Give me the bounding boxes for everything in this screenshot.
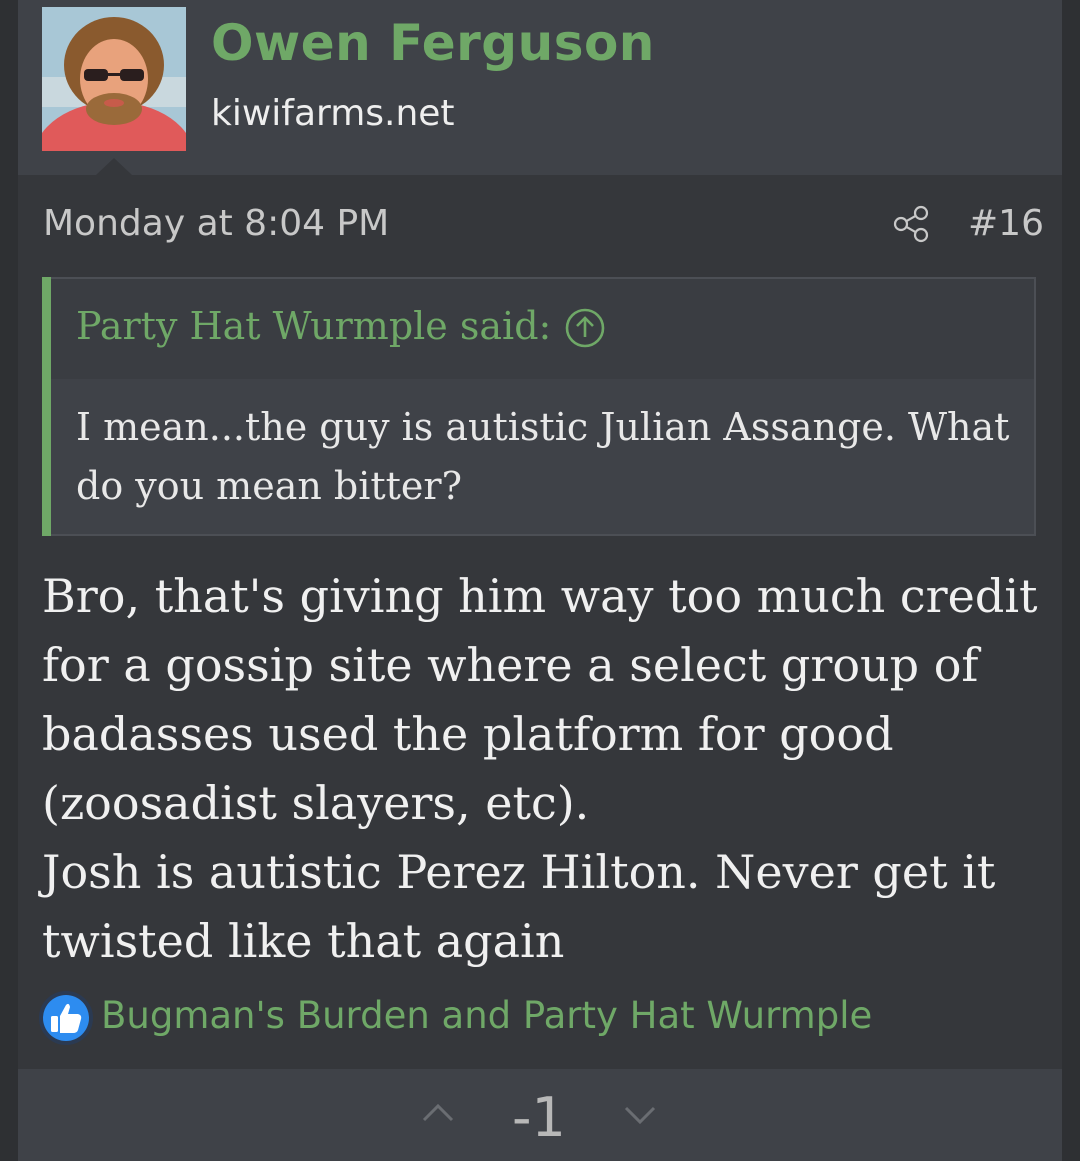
avatar-image — [42, 7, 186, 151]
quote-author[interactable]: Party Hat Wurmple said: — [76, 304, 551, 348]
author-name[interactable]: Owen Ferguson — [211, 14, 655, 72]
author-title: kiwifarms.net — [211, 93, 455, 134]
arrow-up-circle-icon[interactable] — [564, 307, 606, 349]
post-paragraph: Josh is autistic Perez Hilton. Never get… — [42, 845, 996, 968]
avatar[interactable] — [42, 7, 186, 151]
post-body: Bro, that's giving him way too much cred… — [42, 562, 1042, 976]
quote-text: I mean...the guy is autistic Julian Assa… — [76, 405, 1010, 508]
reaction-users[interactable]: Bugman's Burden and Party Hat Wurmple — [101, 994, 872, 1037]
post-paragraph: Bro, that's giving him way too much cred… — [42, 569, 1038, 830]
post-timestamp[interactable]: Monday at 8:04 PM — [43, 203, 389, 244]
vote-score: -1 — [512, 1086, 566, 1149]
chevron-up-icon[interactable] — [420, 1100, 456, 1124]
header-pointer — [96, 158, 132, 175]
chevron-down-icon[interactable] — [622, 1104, 658, 1128]
quote-accent-bar — [42, 277, 51, 536]
post-number-link[interactable]: #16 — [968, 203, 1044, 244]
share-icon[interactable] — [892, 205, 930, 243]
thumbs-up-icon[interactable] — [38, 990, 94, 1046]
